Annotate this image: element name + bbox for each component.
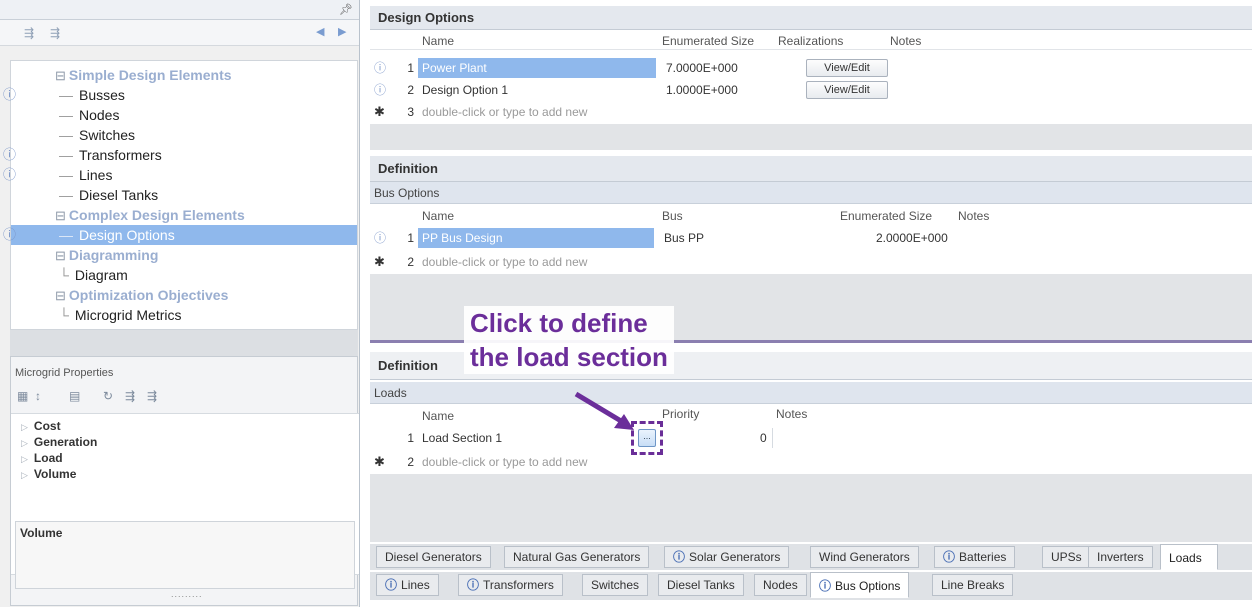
tab-inverters[interactable]: Inverters [1088, 546, 1153, 568]
new-row-icon: ✱ [374, 454, 385, 469]
pin-icon[interactable]: 📌︎ [339, 3, 353, 16]
tab-batteries[interactable]: ⓘ Batteries [934, 546, 1016, 568]
new-row[interactable]: ✱ 2 double-click or type to add new [370, 252, 1252, 272]
tabstrip-secondary: ⓘ Lines ⓘ Transformers Switches Diesel Tan… [370, 572, 1252, 600]
tree-item-diagram[interactable]: └ Diagram [11, 265, 357, 285]
info-icon: ⓘ [819, 579, 832, 593]
property-load[interactable]: ▷ Load [21, 450, 63, 466]
expand-arrow-icon[interactable]: ▷ [21, 422, 28, 432]
info-icon: ⓘ [673, 550, 686, 564]
properties-panel: Microgrid Properties ▦ ↕ ▤ ↻ ⇶ ⇶ ▷ Cost ▷… [10, 356, 359, 606]
table-row[interactable]: ⓘ 1 Power Plant 7.0000E+000 View/Edit [370, 58, 1252, 78]
tree-item-busses[interactable]: ⓘ ― Busses [3, 85, 357, 105]
tab-line-breaks[interactable]: Line Breaks [932, 574, 1014, 596]
collapse-icon[interactable]: ⊟ [55, 68, 66, 83]
tab-transformers[interactable]: ⓘ Transformers [458, 574, 563, 596]
property-cost[interactable]: ▷ Cost [21, 418, 61, 434]
categorized-icon[interactable]: ▦ [17, 389, 28, 403]
table-row[interactable]: ⓘ 2 Design Option 1 1.0000E+000 View/Edi… [370, 80, 1252, 100]
view-edit-button[interactable]: View/Edit [806, 59, 888, 77]
collapse-icon[interactable]: ⊟ [55, 248, 66, 263]
table-row[interactable]: ⓘ 1 PP Bus Design Bus PP 2.0000E+000 [370, 228, 1252, 248]
property-volume[interactable]: ▷ Volume [21, 466, 76, 482]
tree-category-optimization-objectives[interactable]: ⊟ Optimization Objectives [11, 285, 357, 305]
collapse-all-icon[interactable]: ⇶ [50, 26, 60, 40]
new-row-icon: ✱ [374, 104, 385, 119]
resize-grip[interactable]: ......... [171, 589, 203, 599]
property-generation[interactable]: ▷ Generation [21, 434, 97, 450]
info-icon: ⓘ [943, 550, 956, 564]
property-description: Volume [15, 521, 355, 589]
tab-diesel-tanks[interactable]: Diesel Tanks [658, 574, 744, 596]
callout-annotation: Click to define the load section [464, 306, 674, 374]
right-panel: Design Options Name Enumerated Size Real… [370, 0, 1252, 607]
view-edit-button[interactable]: View/Edit [806, 81, 888, 99]
new-row-icon: ✱ [374, 254, 385, 269]
tree-item-lines[interactable]: ⓘ ― Lines [3, 165, 357, 185]
info-icon: ⓘ [374, 61, 387, 75]
tab-switches[interactable]: Switches [582, 574, 649, 596]
collapse-icon[interactable]: ⊟ [55, 288, 66, 303]
loads-subheader: Loads [370, 382, 1252, 404]
refresh-icon[interactable]: ↻ [103, 389, 113, 403]
collapse-all-icon[interactable]: ⇶ [147, 389, 157, 403]
info-icon: ⓘ [385, 578, 398, 592]
expand-arrow-icon[interactable]: ▷ [21, 454, 28, 464]
tree-item-microgrid-metrics[interactable]: └ Microgrid Metrics [11, 305, 357, 325]
tree-item-transformers[interactable]: ⓘ ― Transformers [3, 145, 357, 165]
collapse-icon[interactable]: ⊟ [55, 208, 66, 223]
expand-all-icon[interactable]: ⇶ [24, 26, 34, 40]
info-icon: ⓘ [467, 578, 480, 592]
info-icon: ⓘ [3, 87, 17, 102]
load-name-cell[interactable]: Load Section 1 [422, 428, 502, 448]
tree-category-simple-design-elements[interactable]: ⊟ Simple Design Elements [11, 65, 357, 85]
design-options-column-headers: Name Enumerated Size Realizations Notes [370, 30, 1252, 50]
nav-back-icon[interactable]: ◀ [316, 25, 324, 38]
tab-diesel-generators[interactable]: Diesel Generators [376, 546, 491, 568]
tree-item-switches[interactable]: ― Switches [11, 125, 357, 145]
tab-lines[interactable]: ⓘ Lines [376, 574, 439, 596]
tab-bus-options[interactable]: ⓘ Bus Options [810, 572, 910, 598]
tree-toolbar: ⇶ ⇶ ◀ ▶ [0, 20, 359, 46]
sort-alpha-icon[interactable]: ↕ [35, 389, 41, 403]
tree-item-diesel-tanks[interactable]: ― Diesel Tanks [11, 185, 357, 205]
design-options-header: Design Options [370, 6, 1252, 30]
bus-options-subheader: Bus Options [370, 182, 1252, 204]
tab-upss[interactable]: UPSs [1042, 546, 1091, 568]
design-tree: ⊟ Simple Design Elements ⓘ ― Busses ― Nodes… [3, 60, 358, 330]
table-row[interactable]: 1 Load Section 1 ... 0 [370, 428, 1252, 448]
tab-nodes[interactable]: Nodes [754, 574, 807, 596]
nav-forward-icon[interactable]: ▶ [338, 25, 346, 38]
tree-category-complex-design-elements[interactable]: ⊟ Complex Design Elements [11, 205, 357, 225]
tab-natural-gas-generators[interactable]: Natural Gas Generators [504, 546, 650, 568]
loads-column-headers: Name Priority Notes [422, 407, 808, 423]
left-panel: 📌︎ ⇶ ⇶ ◀ ▶ ⊟ Simple Design Elements ⓘ ― Bu… [0, 0, 360, 607]
property-pages-icon[interactable]: ▤ [69, 389, 80, 403]
info-icon: ⓘ [374, 231, 387, 245]
properties-toolbar: ▦ ↕ ▤ ↻ ⇶ ⇶ [13, 387, 357, 409]
tree-category-diagramming[interactable]: ⊟ Diagramming [11, 245, 357, 265]
left-splitter[interactable] [10, 330, 358, 356]
tabstrip-primary: Diesel Generators Natural Gas Generators… [370, 544, 1252, 570]
expand-arrow-icon[interactable]: ▷ [21, 470, 28, 480]
new-row[interactable]: ✱ 3 double-click or type to add new [370, 102, 1252, 122]
properties-title: Microgrid Properties [15, 367, 114, 379]
new-row[interactable]: ✱ 2 double-click or type to add new [370, 452, 1252, 472]
callout-arrow-icon [574, 391, 634, 430]
tab-solar-generators[interactable]: ⓘ Solar Generators [664, 546, 790, 568]
info-icon: ⓘ [374, 83, 387, 97]
bus-definition-header: Definition [370, 156, 1252, 182]
tree-item-design-options[interactable]: ⓘ ― Design Options [3, 225, 357, 245]
info-icon: ⓘ [3, 167, 17, 182]
left-panel-titlebar: 📌︎ [0, 0, 359, 20]
info-icon: ⓘ [3, 227, 17, 242]
info-icon: ⓘ [3, 147, 17, 162]
expand-all-icon[interactable]: ⇶ [125, 389, 135, 403]
tab-loads[interactable]: Loads [1160, 544, 1218, 570]
tree-item-nodes[interactable]: ― Nodes [11, 105, 357, 125]
bus-column-headers: Name Bus Enumerated Size Notes [422, 209, 990, 223]
expand-arrow-icon[interactable]: ▷ [21, 438, 28, 448]
tab-wind-generators[interactable]: Wind Generators [810, 546, 919, 568]
